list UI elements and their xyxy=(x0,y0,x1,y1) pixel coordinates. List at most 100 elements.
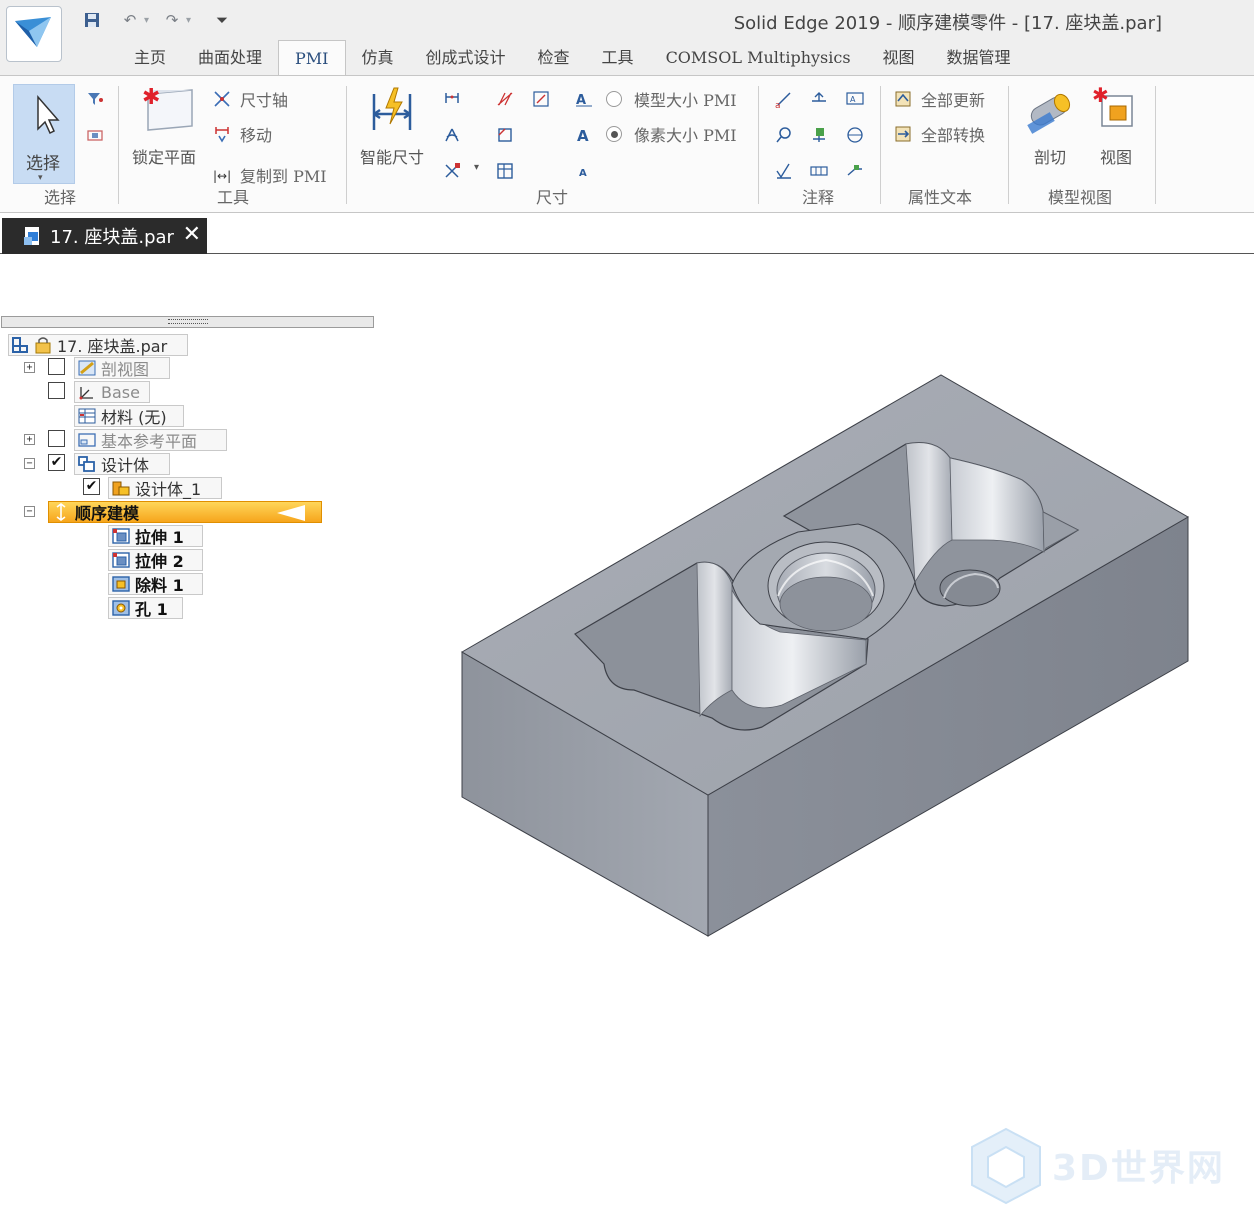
redo-dropdown-icon[interactable]: ▾ xyxy=(186,15,200,26)
select-button[interactable]: 选择 ▾ xyxy=(13,84,75,184)
tab-data-management[interactable]: 数据管理 xyxy=(931,40,1027,76)
part-model-3d[interactable] xyxy=(0,255,1254,968)
tree-item-extrude-2[interactable]: 拉伸 2 xyxy=(108,549,203,571)
solid-edge-logo-button[interactable] xyxy=(6,6,62,62)
surface-texture-icon[interactable] xyxy=(774,158,794,184)
rollback-marker-icon[interactable] xyxy=(277,505,305,521)
tree-item-material[interactable]: 材料 (无) xyxy=(74,405,184,427)
graphics-window[interactable]: 3D世界网 xyxy=(0,255,1254,1205)
tree-item-section-views[interactable]: 剖视图 xyxy=(74,357,170,379)
ribbon-tabs: 主页 曲面处理 PMI 仿真 创成式设计 检查 工具 COMSOL Multip… xyxy=(118,40,1027,76)
tab-tools[interactable]: 工具 xyxy=(586,40,650,76)
pixel-size-pmi-option[interactable]: 像素大小 PMI xyxy=(606,121,737,147)
model-size-pmi-radio[interactable] xyxy=(606,91,622,107)
pathfinder-splitter[interactable] xyxy=(1,316,374,328)
convert-all-button[interactable]: 全部转换 xyxy=(893,121,985,147)
collapse-design-body-icon[interactable]: − xyxy=(24,458,35,469)
dimension-axis-label: 尺寸轴 xyxy=(240,91,289,110)
lock-plane-label: 锁定平面 xyxy=(132,148,197,167)
feature-control-frame-icon[interactable] xyxy=(809,158,829,184)
distance-between-icon[interactable] xyxy=(442,86,462,112)
design-body-1-checkbox[interactable]: ✔ xyxy=(83,478,100,495)
text-scale-icon[interactable]: A xyxy=(574,158,594,184)
angle-between-icon[interactable] xyxy=(442,122,462,148)
document-tab[interactable]: 17. 座块盖.par ✕ xyxy=(2,218,207,254)
datum-frame-icon[interactable] xyxy=(809,122,829,148)
undo-icon[interactable]: ↶ xyxy=(116,6,144,34)
view-button[interactable]: ✱ 视图 xyxy=(1090,84,1142,168)
copy-to-pmi-label: 复制到 PMI xyxy=(240,167,327,186)
select-dropdown-icon[interactable]: ▾ xyxy=(38,173,43,183)
tab-home[interactable]: 主页 xyxy=(118,40,182,76)
dimension-more-dropdown-icon[interactable]: ▾ xyxy=(474,162,479,173)
smart-dimension-button[interactable]: 智能尺寸 xyxy=(360,84,424,168)
lock-plane-button[interactable]: ✱ 锁定平面 xyxy=(132,84,196,168)
group-separator xyxy=(758,86,759,204)
save-icon[interactable] xyxy=(78,6,106,34)
dimension-table-icon[interactable] xyxy=(495,158,515,184)
model-size-pmi-option[interactable]: 模型大小 PMI xyxy=(606,86,737,112)
svg-text:✱: ✱ xyxy=(1092,84,1109,107)
tree-item-reference-planes[interactable]: 基本参考平面 xyxy=(74,429,227,451)
model-view-icon: ✱ xyxy=(1092,84,1133,127)
weld-symbol-icon[interactable] xyxy=(809,86,829,112)
tree-item-extrude-1[interactable]: 拉伸 1 xyxy=(108,525,203,547)
tab-surfacing[interactable]: 曲面处理 xyxy=(182,40,278,76)
convert-all-icon xyxy=(893,124,913,144)
edge-condition-icon[interactable] xyxy=(845,158,865,184)
pixel-size-pmi-radio[interactable] xyxy=(606,126,622,142)
design-body-checkbox[interactable]: ✔ xyxy=(48,454,65,471)
customize-qat-icon[interactable]: ⏷ xyxy=(208,6,236,34)
splitter-grip[interactable] xyxy=(168,319,208,324)
reference-planes-checkbox[interactable] xyxy=(48,430,65,447)
svg-text:A: A xyxy=(850,95,856,104)
pixel-size-text-icon[interactable]: A xyxy=(574,122,594,148)
expand-section-views-icon[interactable]: + xyxy=(24,362,35,373)
section-views-checkbox[interactable] xyxy=(48,358,65,375)
dimension-axis-button[interactable]: 尺寸轴 xyxy=(212,86,288,112)
tree-item-base[interactable]: Base xyxy=(74,381,150,403)
tab-comsol[interactable]: COMSOL Multiphysics xyxy=(650,40,867,76)
tree-item-design-body-1[interactable]: 设计体_1 xyxy=(108,477,222,499)
coordinate-dimension-icon[interactable] xyxy=(442,158,462,184)
tree-item-design-body[interactable]: 设计体 xyxy=(74,453,170,475)
redo-icon[interactable]: ↷ xyxy=(158,6,186,34)
undo-dropdown-icon[interactable]: ▾ xyxy=(144,15,158,26)
symmetric-diameter-icon[interactable] xyxy=(495,86,515,112)
expand-reference-planes-icon[interactable]: + xyxy=(24,434,35,445)
tab-inspect[interactable]: 检查 xyxy=(522,40,586,76)
tree-root-node[interactable]: 17. 座块盖.par xyxy=(8,334,188,356)
window-title: Solid Edge 2019 - 顺序建模零件 - [17. 座块盖.par] xyxy=(733,13,1162,34)
reference-plane-icon xyxy=(77,431,97,449)
chamfer-dimension-icon[interactable] xyxy=(495,122,515,148)
datum-target-icon[interactable] xyxy=(845,122,865,148)
tab-generative-design[interactable]: 创成式设计 xyxy=(410,40,522,76)
tab-simulation[interactable]: 仿真 xyxy=(346,40,410,76)
leader-icon[interactable]: a xyxy=(774,86,794,112)
tree-item-hole-1[interactable]: 孔 1 xyxy=(108,597,183,619)
move-label: 移动 xyxy=(240,126,273,145)
tab-pmi[interactable]: PMI xyxy=(278,40,346,76)
collapse-sequential-icon[interactable]: − xyxy=(24,506,35,517)
move-button[interactable]: 移动 xyxy=(212,121,272,147)
tree-item-cutout-1[interactable]: 除料 1 xyxy=(108,573,203,595)
balloon-icon[interactable] xyxy=(774,122,794,148)
angular-coordinate-icon[interactable] xyxy=(531,86,551,112)
tree-item-sequential-modeling[interactable]: 顺序建模 xyxy=(48,501,322,523)
lock-plane-icon: ✱ xyxy=(142,85,193,131)
tree-root-label: 17. 座块盖.par xyxy=(57,337,168,356)
section-button[interactable]: 剖切 xyxy=(1024,84,1076,168)
base-checkbox[interactable] xyxy=(48,382,65,399)
close-document-icon[interactable]: ✕ xyxy=(183,222,201,247)
smart-dimension-label: 智能尺寸 xyxy=(360,148,425,167)
select-filter-icon[interactable] xyxy=(86,86,104,112)
callout-icon[interactable]: A xyxy=(845,86,865,112)
update-all-button[interactable]: 全部更新 xyxy=(893,86,985,112)
group-label-dimension: 尺寸 xyxy=(536,188,569,207)
select-mode-icon[interactable] xyxy=(86,122,104,148)
tab-view[interactable]: 视图 xyxy=(867,40,931,76)
lock-folder-icon xyxy=(33,336,53,354)
section-view-icon xyxy=(77,359,97,377)
ribbon: 选择 ▾ 选择 ✱ 锁定平面 |↔| 复制到 PMI 尺寸轴 移动 工具 智能尺… xyxy=(0,75,1254,213)
model-size-text-icon[interactable]: A xyxy=(574,86,594,112)
